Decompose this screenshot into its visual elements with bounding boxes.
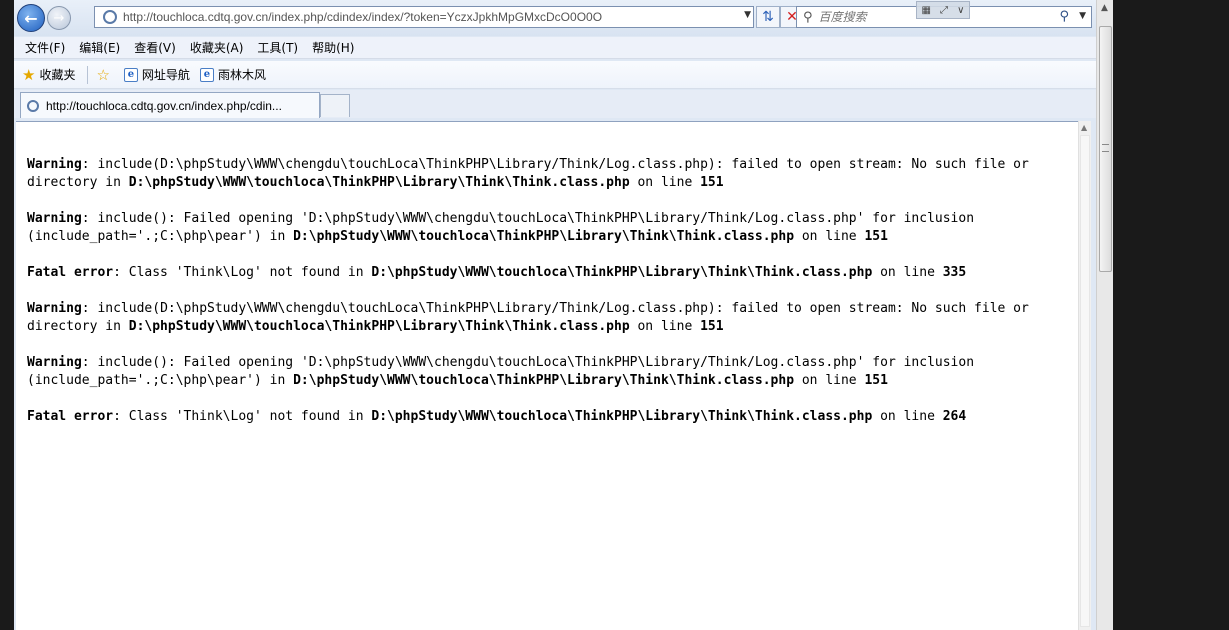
fav-link-nav[interactable]: e 网址导航 — [123, 66, 190, 83]
window-scrollbar[interactable]: ▲ — [1096, 0, 1113, 630]
menu-view[interactable]: 查看(V) — [129, 39, 181, 56]
scroll-grip-icon — [1102, 144, 1109, 152]
refresh-icon: ⇅ — [762, 9, 774, 25]
address-dropdown-icon[interactable]: ▼ — [744, 10, 751, 20]
chevron-down-icon: ∨ — [957, 4, 965, 16]
back-arrow-icon: ← — [24, 8, 38, 28]
menu-file[interactable]: 文件(F) — [20, 39, 70, 56]
menu-favorites[interactable]: 收藏夹(A) — [185, 39, 249, 56]
error-message: Warning: include(D:\phpStudy\WWW\chengdu… — [27, 301, 1029, 334]
scroll-up-icon[interactable]: ▲ — [1101, 3, 1108, 13]
page-icon — [103, 10, 117, 24]
error-message: Fatal error: Class 'Think\Log' not found… — [27, 409, 967, 424]
content-scrollbar[interactable]: ▲ — [1078, 121, 1091, 630]
scroll-up-icon[interactable]: ▲ — [1081, 123, 1087, 132]
forward-button[interactable]: → — [47, 6, 71, 30]
refresh-button[interactable]: ⇅ — [756, 6, 780, 28]
tab-active[interactable]: http://touchloca.cdtq.gov.cn/index.php/c… — [20, 92, 320, 118]
favorites-label: 收藏夹 — [39, 68, 76, 82]
fav-link-ylmf[interactable]: e 雨林木风 — [199, 66, 266, 83]
add-star-icon: ☆ — [96, 65, 110, 84]
address-bar[interactable]: ▼ — [94, 6, 754, 28]
tab-bar: http://touchloca.cdtq.gov.cn/index.php/c… — [14, 90, 1113, 118]
ie-icon: e — [199, 67, 214, 82]
window-overlay-controls[interactable]: ▦ ⤢ ∨ — [916, 1, 970, 19]
search-icon[interactable]: ⚲ — [1059, 9, 1069, 24]
error-message: Warning: include(): Failed opening 'D:\p… — [27, 355, 975, 388]
scroll-thumb[interactable] — [1080, 135, 1090, 627]
error-message: Warning: include(D:\phpStudy\WWW\chengdu… — [27, 157, 1029, 190]
grid-icon: ▦ — [921, 4, 931, 16]
forward-arrow-icon: → — [53, 10, 65, 26]
back-button[interactable]: ← — [17, 4, 45, 32]
tab-title: http://touchloca.cdtq.gov.cn/index.php/c… — [46, 98, 282, 113]
add-favorite-button[interactable]: ☆ — [96, 66, 113, 84]
fav-link-label: 网址导航 — [141, 68, 190, 82]
expand-icon: ⤢ — [940, 4, 949, 16]
ie-icon: e — [123, 67, 138, 82]
php-error-output: Warning: include(D:\phpStudy\WWW\chengdu… — [27, 156, 1077, 444]
favorites-bar: ★ 收藏夹 ☆ e 网址导航 e 雨林木风 — [14, 61, 1113, 89]
search-dropdown-icon[interactable]: ▼ — [1079, 11, 1086, 21]
navigation-bar: ← → ▼ ⇅ ✕ ⚲ ⚲ ▼ ▦ ⤢ ∨ — [14, 0, 1113, 36]
divider — [87, 65, 89, 84]
star-icon: ★ — [22, 65, 36, 84]
favorites-button[interactable]: ★ 收藏夹 — [22, 66, 75, 84]
menu-tools[interactable]: 工具(T) — [252, 39, 303, 56]
browser-window: ← → ▼ ⇅ ✕ ⚲ ⚲ ▼ ▦ ⤢ ∨ 文件(F) 编辑(E) 查看(V) … — [14, 0, 1113, 630]
fav-link-label: 雨林木风 — [217, 68, 266, 82]
page-icon — [27, 99, 39, 112]
menu-help[interactable]: 帮助(H) — [307, 39, 359, 56]
new-tab-button[interactable] — [320, 94, 350, 117]
error-message: Fatal error: Class 'Think\Log' not found… — [27, 265, 967, 280]
page-content: Warning: include(D:\phpStudy\WWW\chengdu… — [16, 121, 1078, 630]
menu-bar: 文件(F) 编辑(E) 查看(V) 收藏夹(A) 工具(T) 帮助(H) — [14, 37, 1113, 59]
search-provider-icon: ⚲ — [803, 9, 813, 25]
address-input[interactable] — [123, 10, 733, 24]
error-message: Warning: include(): Failed opening 'D:\p… — [27, 211, 975, 244]
menu-edit[interactable]: 编辑(E) — [74, 39, 125, 56]
